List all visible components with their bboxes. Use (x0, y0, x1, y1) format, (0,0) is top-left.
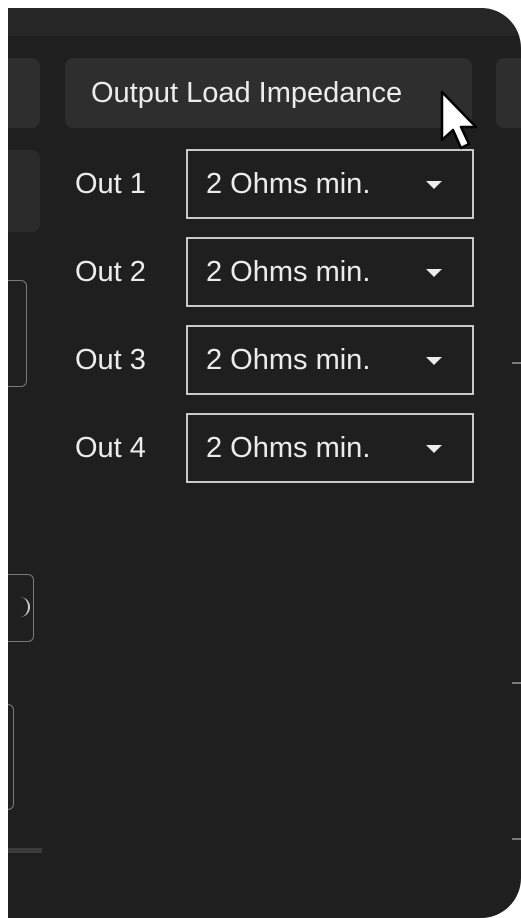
scale-tick (512, 682, 521, 684)
right-neighbor-tab[interactable] (496, 58, 521, 128)
output-row-1: Out 1 2 Ohms min. (65, 149, 481, 219)
chevron-down-icon (426, 181, 442, 189)
output-row-3: Out 3 2 Ohms min. (65, 325, 481, 395)
app-window: Output Load Impedance Out 1 2 Ohms min. … (8, 8, 521, 918)
output-label: Out 2 (75, 255, 146, 288)
title-bar (8, 8, 521, 36)
select-value: 2 Ohms min. (206, 167, 371, 200)
scale-tick (512, 838, 521, 840)
left-neighbor-field[interactable] (8, 280, 27, 387)
select-value: 2 Ohms min. (206, 431, 371, 464)
output-load-impedance-tab[interactable]: Output Load Impedance (65, 58, 472, 128)
output-row-2: Out 2 2 Ohms min. (65, 237, 481, 307)
mouse-pointer-icon (440, 90, 478, 150)
left-neighbor-slider[interactable] (8, 848, 42, 853)
output-label: Out 3 (75, 343, 146, 376)
section-title: Output Load Impedance (91, 76, 403, 109)
output-label: Out 1 (75, 167, 146, 200)
select-value: 2 Ohms min. (206, 343, 371, 376)
output-row-4: Out 4 2 Ohms min. (65, 413, 481, 483)
knob-icon (20, 597, 30, 617)
chevron-down-icon (426, 269, 442, 277)
select-value: 2 Ohms min. (206, 255, 371, 288)
output-label: Out 4 (75, 431, 146, 464)
impedance-select-out-2[interactable]: 2 Ohms min. (186, 237, 474, 307)
chevron-down-icon (426, 445, 442, 453)
impedance-select-out-3[interactable]: 2 Ohms min. (186, 325, 474, 395)
left-neighbor-panel[interactable] (8, 150, 40, 232)
left-neighbor-knob[interactable] (8, 574, 34, 642)
scale-tick (512, 362, 521, 364)
impedance-select-out-4[interactable]: 2 Ohms min. (186, 413, 474, 483)
chevron-down-icon (426, 357, 442, 365)
left-neighbor-box[interactable] (8, 704, 14, 810)
impedance-select-out-1[interactable]: 2 Ohms min. (186, 149, 474, 219)
left-neighbor-tab[interactable] (8, 58, 40, 128)
